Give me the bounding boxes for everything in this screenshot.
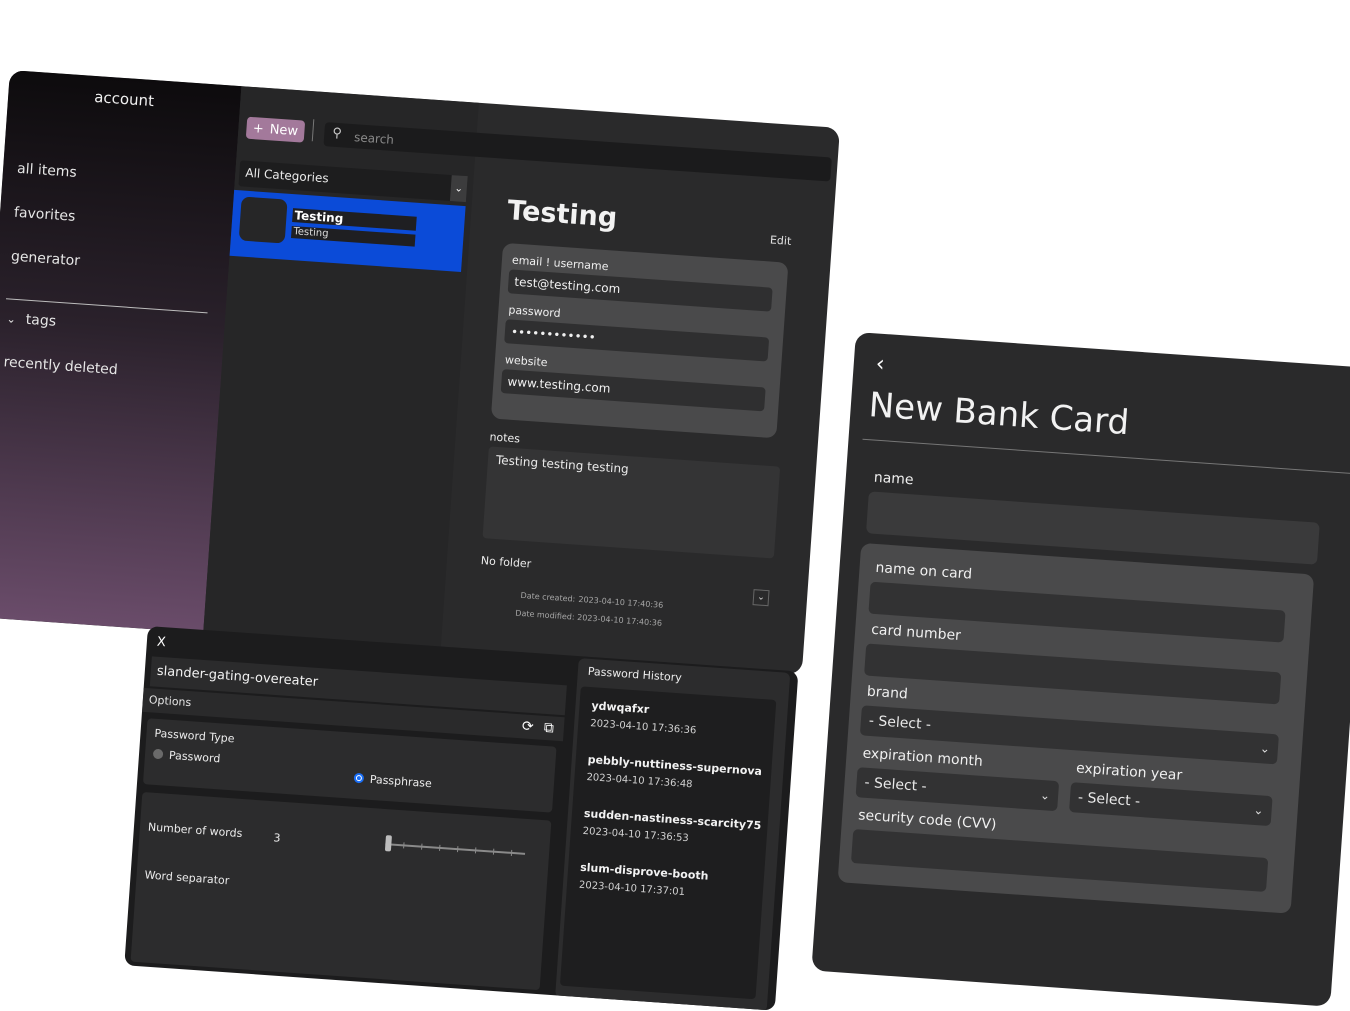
card-number-field[interactable] [864,643,1282,705]
item-title: Testing [506,195,619,234]
new-button-label: New [269,121,299,139]
security-code-field[interactable] [850,829,1269,892]
password-history-list: ydwqafxr 2023-04-10 17:36:36 pebbly-nutt… [559,686,777,1000]
number-of-words-value: 3 [273,831,281,845]
chevron-down-icon[interactable]: ⌄ [6,312,16,326]
brand-select-value: - Select - [868,712,932,734]
sidebar-item-all-items[interactable]: all items [17,161,78,181]
radio-password-label: Password [168,748,221,766]
date-created-value: 2023-04-10 17:40:36 [578,594,664,610]
chevron-down-icon: ⌄ [1259,741,1271,756]
password-generator-window: X slander-gating-overeater Options ⟳ ⧉ P… [124,626,799,1011]
chevron-down-icon[interactable]: ⌄ [752,589,770,607]
password-label: password [508,303,562,320]
chevron-left-icon[interactable]: ‹ [875,351,886,377]
copy-icon[interactable]: ⧉ [543,716,555,741]
sidebar-divider [5,298,208,314]
notes-label: notes [489,430,521,446]
expiration-month-select[interactable]: - Select - ⌄ [855,767,1060,812]
chevron-down-icon[interactable]: ⌄ [449,175,468,203]
item-thumbnail [238,196,288,244]
list-item[interactable]: ydwqafxr 2023-04-10 17:36:36 [590,699,698,736]
name-label: name [873,469,915,489]
history-time: 2023-04-10 17:37:01 [578,879,686,899]
history-password: slum-disprove-booth [579,860,709,883]
sidebar-item-label: tags [25,311,57,330]
chevron-down-icon: ⌄ [1039,787,1051,803]
slider-tick [403,842,405,849]
date-modified-value: 2023-04-10 17:40:36 [576,612,663,628]
category-select-value: All Categories [244,165,330,186]
sidebar-item-tags[interactable]: ⌄ tags [6,310,57,330]
slider-tick [421,843,423,850]
list-item[interactable]: Testing Testing [229,189,466,272]
sidebar-item-generator[interactable]: generator [10,249,80,270]
expiration-month-value: - Select - [864,774,928,796]
card-number-label: card number [870,621,962,645]
security-code-label: security code (CVV) [857,807,997,833]
list-item[interactable]: sudden-nastiness-scarcity75 2023-04-10 1… [582,807,761,849]
expiration-year-value: - Select - [1077,789,1141,810]
name-on-card-label: name on card [875,559,973,583]
new-button[interactable]: + New [245,116,306,143]
date-created-label: Date created: [520,590,576,604]
slider-tick [456,846,459,853]
number-of-words-slider[interactable] [385,843,526,855]
password-type-label: Password Type [154,726,235,746]
expiration-year-select[interactable]: - Select - ⌄ [1069,782,1273,827]
slider-thumb[interactable] [384,835,392,852]
password-history-panel: Password History ydwqafxr 2023-04-10 17:… [555,658,791,1011]
date-modified-label: Date modified: [515,608,575,622]
plus-icon: + [252,120,265,137]
slider-tick [510,849,513,856]
radio-password[interactable] [152,748,164,760]
word-separator-label: Word separator [144,868,230,888]
card-details-panel: name on card card number brand - Select … [837,542,1315,914]
close-button[interactable]: X [156,635,166,651]
refresh-icon[interactable]: ⟳ [521,714,534,739]
options-label: Options [148,693,192,710]
password-history-title: Password History [587,664,683,685]
slider-tick [492,848,495,855]
brand-label: brand [866,683,909,703]
expiration-month-label: expiration month [862,745,984,770]
sidebar: account all items favorites generator ⌄ t… [0,70,242,633]
page-title: New Bank Card [867,385,1131,444]
credentials-card: email ! username test@testing.com passwo… [490,242,789,439]
website-label: website [504,353,548,370]
edit-button[interactable]: Edit [770,233,792,247]
item-detail: Testing Edit email ! username test@testi… [441,103,840,675]
slider-tick [439,844,441,851]
sidebar-item-recently-deleted[interactable]: recently deleted [3,354,118,378]
history-password: ydwqafxr [591,699,650,717]
notes-field[interactable]: Testing testing testing [482,446,781,559]
toolbar-divider [311,119,315,142]
list-item[interactable]: pebbly-nuttiness-supernova 2023-04-10 17… [586,753,762,795]
title-divider [862,438,1350,475]
vault-window: account all items favorites generator ⌄ t… [0,70,840,675]
item-list-pane: + New ⚲ All Categories ⌄ Testing Testing [203,86,832,650]
history-time: 2023-04-10 17:36:36 [589,718,697,737]
list-item[interactable]: slum-disprove-booth 2023-04-10 17:37:01 [579,861,709,900]
folder-select[interactable]: No folder [480,554,531,570]
new-bank-card-window: ‹ New Bank Card name name on card card n… [811,332,1350,1007]
search-icon: ⚲ [331,125,343,142]
number-of-words-label: Number of words [147,820,243,841]
slider-tick [474,847,477,854]
account-label[interactable]: account [94,88,155,110]
sidebar-item-favorites[interactable]: favorites [14,205,76,225]
radio-passphrase-label: Passphrase [369,772,433,791]
chevron-down-icon: ⌄ [1253,802,1265,818]
radio-passphrase[interactable] [353,772,365,784]
passphrase-options-panel: Number of words 3 Word separator [130,792,552,991]
expiration-year-label: expiration year [1075,760,1183,784]
website-field[interactable]: www.testing.com [500,369,766,412]
